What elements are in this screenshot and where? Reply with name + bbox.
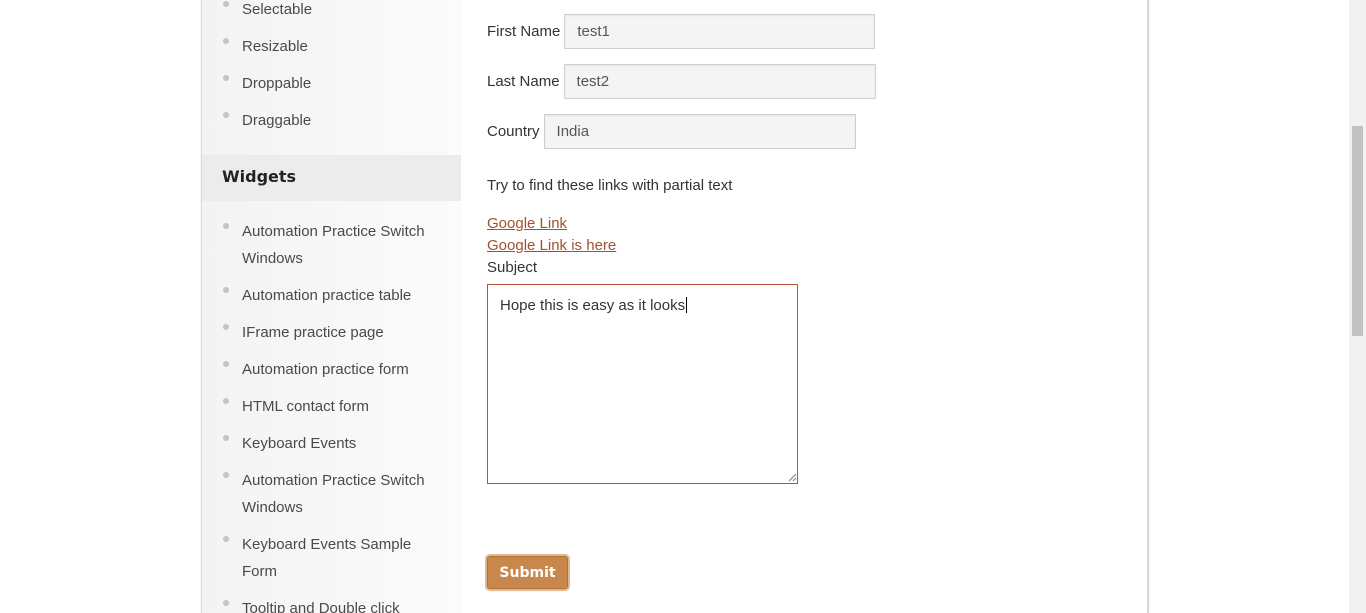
subject-textarea[interactable]: Hope this is easy as it looks: [487, 284, 798, 484]
bullet-icon: [223, 536, 229, 542]
google-link-is-here[interactable]: Google Link is here: [487, 237, 616, 254]
bullet-icon: [223, 223, 229, 229]
submit-button[interactable]: Submit: [487, 556, 568, 589]
sidebar-item-resizable[interactable]: Resizable: [202, 33, 461, 60]
last-name-row: Last Name: [487, 64, 876, 99]
bullet-icon: [223, 324, 229, 330]
sidebar-item-switch-windows[interactable]: Automation Practice Switch Windows: [202, 218, 461, 272]
last-name-input[interactable]: [563, 64, 876, 99]
sidebar-item-label: Draggable: [242, 112, 312, 129]
sidebar-item-label: Automation practice table: [242, 287, 412, 304]
sidebar-item-draggable[interactable]: Draggable: [202, 107, 461, 134]
bullet-icon: [223, 287, 229, 293]
sidebar-item-label: Automation practice form: [242, 361, 409, 378]
sidebar-item-label: Keyboard Events Sample Form: [242, 536, 412, 580]
first-name-row: First Name: [487, 14, 876, 49]
bullet-icon: [223, 75, 229, 81]
bullet-icon: [223, 398, 229, 404]
country-row: Country: [487, 114, 856, 149]
bullet-icon: [223, 38, 229, 44]
sidebar-item-practice-form[interactable]: Automation practice form: [202, 356, 461, 383]
sidebar-item-contact-form[interactable]: HTML contact form: [202, 393, 461, 420]
sidebar-item-label: Droppable: [242, 75, 312, 92]
widgets-heading: Widgets: [202, 155, 461, 201]
sidebar-item-keyboard-sample-form[interactable]: Keyboard Events Sample Form: [202, 531, 461, 585]
sidebar-interactions-list: Selectable Resizable Droppable Draggable: [202, 0, 461, 144]
country-label: Country: [487, 123, 540, 140]
sidebar-item-selectable[interactable]: Selectable: [202, 0, 461, 23]
sidebar-item-keyboard-events[interactable]: Keyboard Events: [202, 430, 461, 457]
sidebar-item-label: Automation Practice Switch Windows: [242, 472, 425, 516]
sidebar-item-label: Automation Practice Switch Windows: [242, 223, 425, 267]
sidebar-item-iframe-page[interactable]: IFrame practice page: [202, 319, 461, 346]
country-input[interactable]: [543, 114, 856, 149]
bullet-icon: [223, 600, 229, 606]
text-caret: [686, 297, 688, 313]
bullet-icon: [223, 1, 229, 7]
subject-text: Hope this is easy as it looks: [500, 297, 686, 314]
google-link[interactable]: Google Link: [487, 215, 567, 232]
main-form-area: First Name Last Name Country Try to find…: [487, 0, 1127, 613]
sidebar-item-label: IFrame practice page: [242, 324, 384, 341]
sidebar-item-label: Keyboard Events: [242, 435, 357, 452]
sidebar-item-label: Resizable: [242, 38, 308, 55]
sidebar-item-label: HTML contact form: [242, 398, 369, 415]
bullet-icon: [223, 472, 229, 478]
sidebar-item-label: Tooltip and Double click: [242, 600, 400, 613]
sidebar-widgets-list: Automation Practice Switch Windows Autom…: [202, 218, 461, 613]
subject-label: Subject: [487, 259, 538, 276]
bullet-icon: [223, 435, 229, 441]
last-name-label: Last Name: [487, 73, 560, 90]
sidebar-item-practice-table[interactable]: Automation practice table: [202, 282, 461, 309]
sidebar-item-switch-windows-2[interactable]: Automation Practice Switch Windows: [202, 467, 461, 521]
page-container: Selectable Resizable Droppable Draggable…: [201, 0, 1149, 613]
bullet-icon: [223, 361, 229, 367]
sidebar-item-droppable[interactable]: Droppable: [202, 70, 461, 97]
first-name-input[interactable]: [564, 14, 876, 49]
page-scrollbar[interactable]: [1349, 0, 1366, 613]
sidebar: Selectable Resizable Droppable Draggable…: [202, 0, 461, 613]
resize-grip-icon[interactable]: [787, 472, 797, 482]
bullet-icon: [223, 112, 229, 118]
sidebar-item-label: Selectable: [242, 1, 313, 18]
sidebar-item-tooltip-double-click[interactable]: Tooltip and Double click: [202, 595, 461, 613]
first-name-label: First Name: [487, 23, 561, 40]
scrollbar-thumb[interactable]: [1352, 126, 1363, 336]
partial-text-heading: Try to find these links with partial tex…: [487, 177, 733, 194]
